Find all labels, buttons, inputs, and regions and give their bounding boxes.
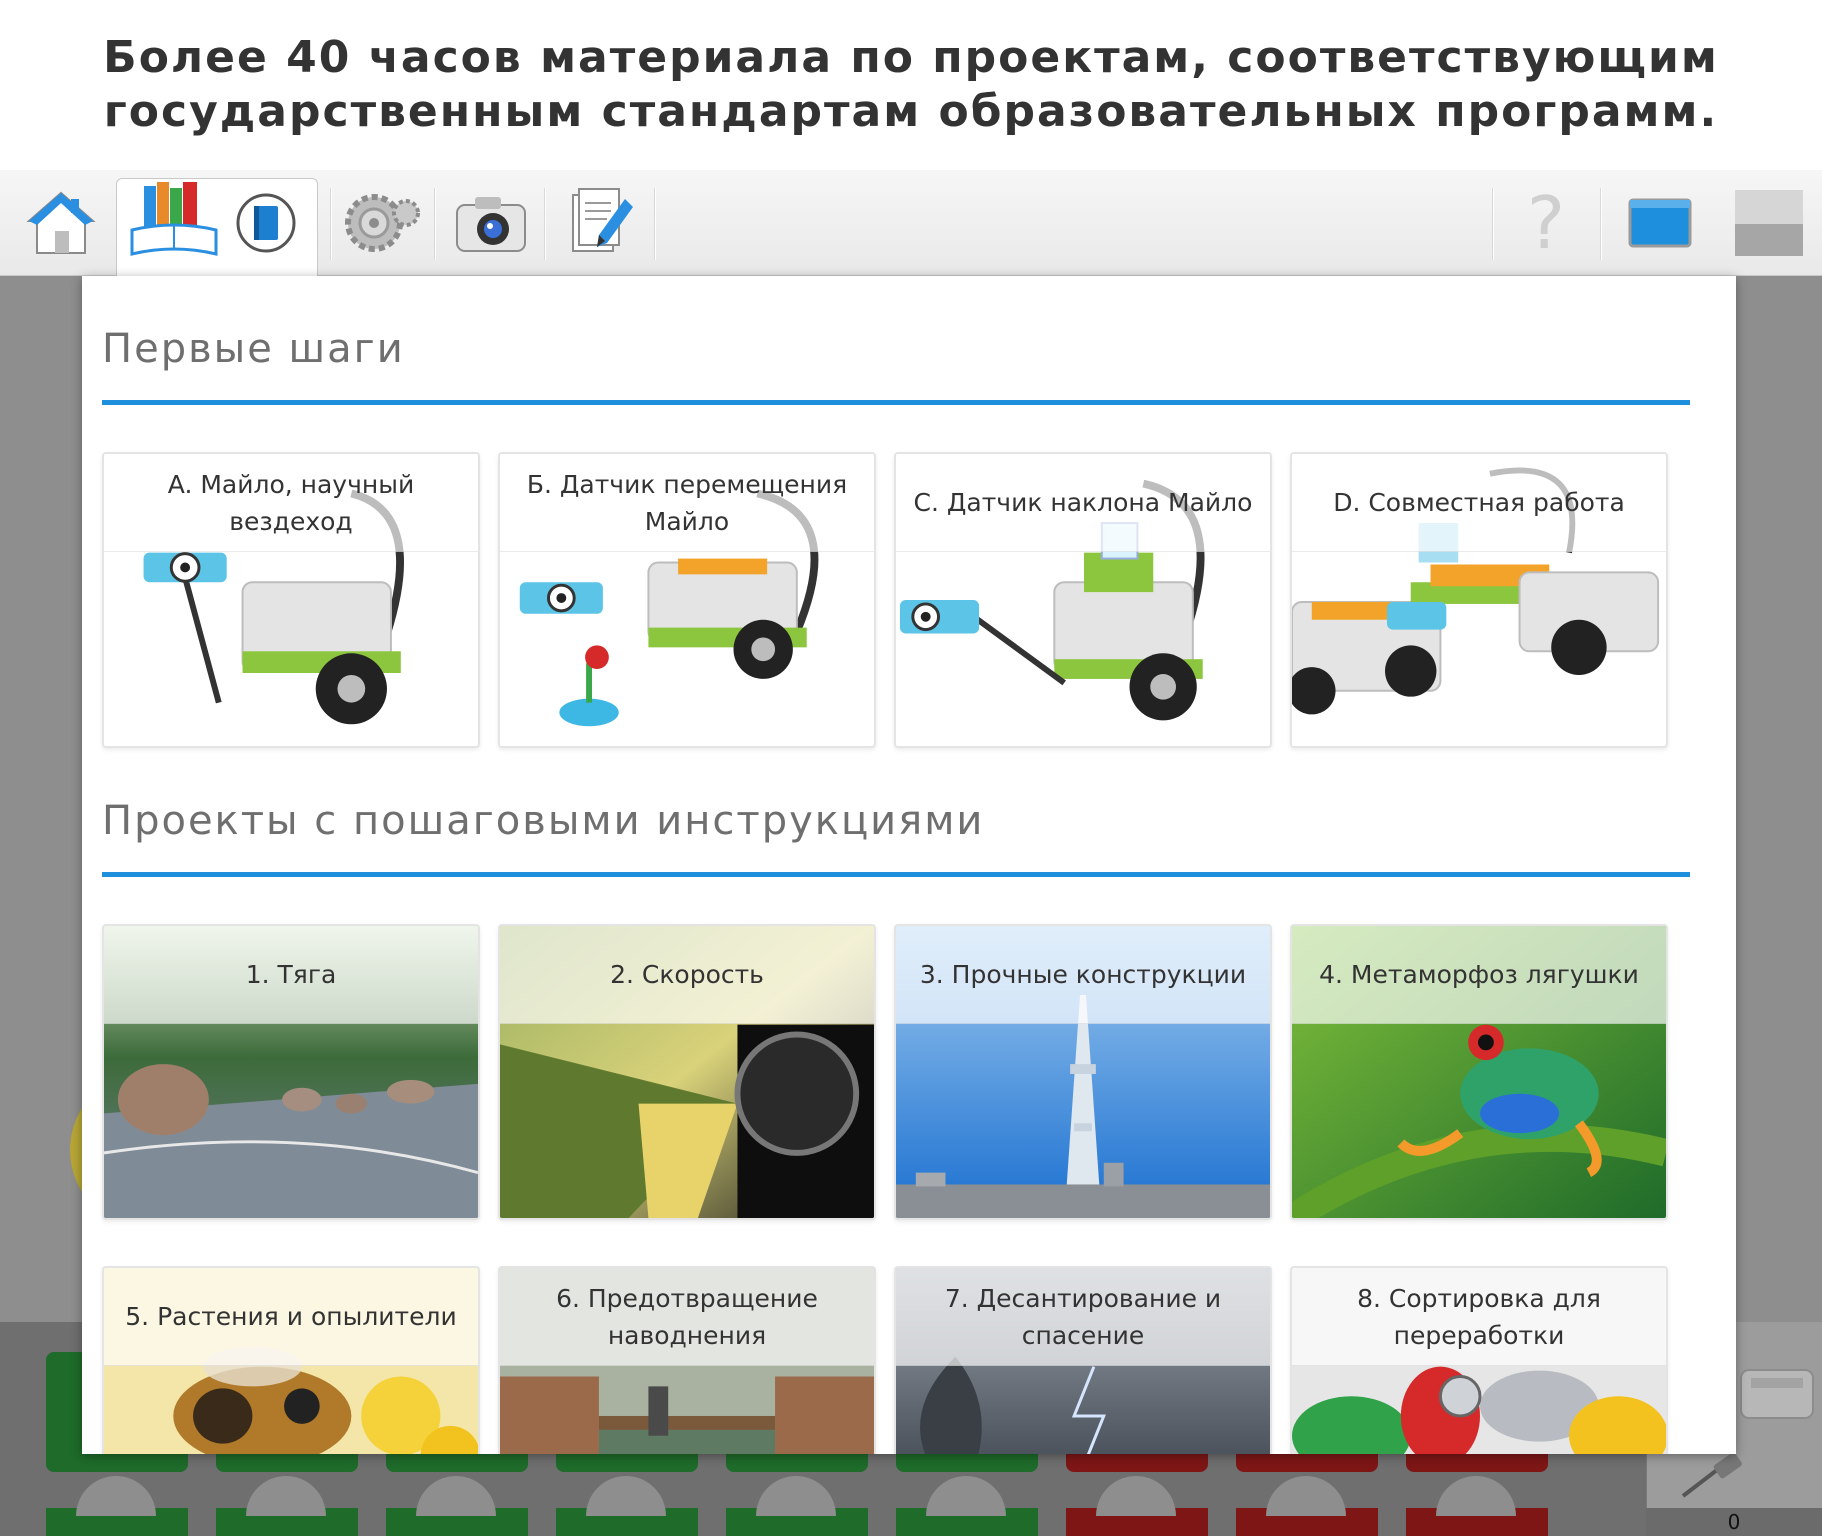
section-title-first-steps: Первые шаги [102, 326, 405, 372]
window-toggle-button[interactable] [1734, 180, 1804, 266]
documentation-button[interactable] [560, 180, 644, 266]
library-books-button[interactable] [124, 180, 224, 266]
toolbar-separator [1600, 188, 1602, 260]
card-label: 8. Сортировка для переработки [1292, 1268, 1666, 1366]
toolbar-separator [544, 188, 546, 260]
card-project-4[interactable]: 4. Метаморфоз лягушки [1290, 924, 1668, 1220]
library-panel: Первые шаги A. Майло, научный вездеход Б… [82, 276, 1736, 1454]
screen-icon [1628, 198, 1692, 248]
book-button[interactable] [232, 180, 300, 266]
library-books-icon [130, 182, 218, 256]
help-icon: ? [1526, 181, 1566, 265]
promo-banner: Более 40 часов материала по проектам, со… [0, 0, 1822, 170]
card-first-steps-a[interactable]: A. Майло, научный вездеход [102, 452, 480, 748]
card-label: D. Совместная работа [1292, 454, 1666, 552]
banner-line-2: государственным стандартам образовательн… [103, 86, 1719, 137]
toolbar-separator [1492, 188, 1494, 260]
card-project-1[interactable]: 1. Тяга [102, 924, 480, 1220]
card-first-steps-d[interactable]: D. Совместная работа [1290, 452, 1668, 748]
card-project-8[interactable]: 8. Сортировка для переработки [1290, 1266, 1668, 1454]
card-label: 1. Тяга [104, 926, 478, 1024]
camera-button[interactable] [446, 180, 536, 266]
camera-icon [456, 197, 526, 252]
card-project-5[interactable]: 5. Растения и опылители [102, 1266, 480, 1454]
section-title-projects: Проекты с пошаговыми инструкциями [102, 798, 985, 844]
card-label: 3. Прочные конструкции [896, 926, 1270, 1024]
toolbar: ? [0, 170, 1822, 278]
card-project-3[interactable]: 3. Прочные конструкции [894, 924, 1272, 1220]
card-label: 7. Десантирование и спасение [896, 1268, 1270, 1366]
card-label: 5. Растения и опылители [104, 1268, 478, 1366]
gears-button[interactable] [336, 180, 428, 266]
card-label: 2. Скорость [500, 926, 874, 1024]
card-label: Б. Датчик перемещения Майло [500, 454, 874, 552]
toolbar-separator [434, 188, 436, 260]
toolbar-separator [330, 188, 332, 260]
card-label: 4. Метаморфоз лягушки [1292, 926, 1666, 1024]
document-pencil-icon [572, 188, 633, 252]
section-divider [102, 872, 1690, 877]
card-project-2[interactable]: 2. Скорость [498, 924, 876, 1220]
usb-plug-icon [1681, 1452, 1742, 1498]
card-project-7[interactable]: 7. Десантирование и спасение [894, 1266, 1272, 1454]
window-toggle-icon [1735, 190, 1803, 256]
home-button[interactable] [16, 180, 106, 266]
gears-icon [345, 194, 420, 252]
hub-icon [1740, 1369, 1814, 1419]
card-project-6[interactable]: 6. Предотвращение наводнения [498, 1266, 876, 1454]
card-label: C. Датчик наклона Майло [896, 454, 1270, 552]
card-label: 6. Предотвращение наводнения [500, 1268, 874, 1366]
home-icon [26, 191, 96, 254]
book-icon [236, 193, 296, 253]
screen-button[interactable] [1618, 180, 1702, 266]
status-counter: 0 [1646, 1508, 1822, 1536]
toolbar-separator [654, 188, 656, 260]
card-first-steps-c[interactable]: C. Датчик наклона Майло [894, 452, 1272, 748]
help-button[interactable]: ? [1508, 180, 1584, 266]
card-label: A. Майло, научный вездеход [104, 454, 478, 552]
banner-line-1: Более 40 часов материала по проектам, со… [103, 32, 1719, 83]
card-first-steps-b[interactable]: Б. Датчик перемещения Майло [498, 452, 876, 748]
section-divider [102, 400, 1690, 405]
